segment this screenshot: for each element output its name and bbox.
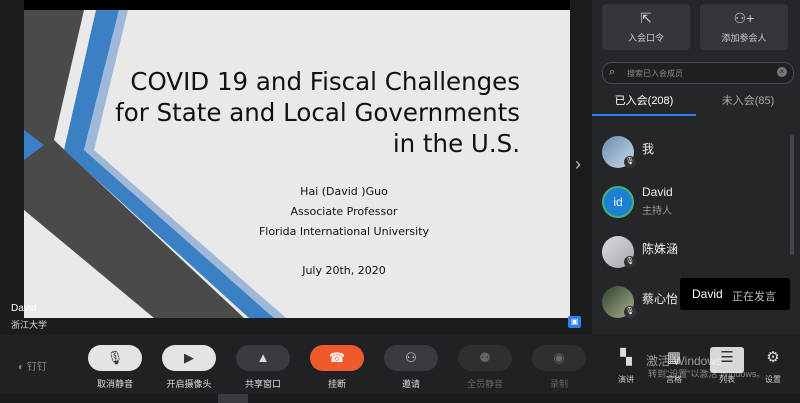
title-line-1: COVID 19 and Fiscal Challenges [130,67,520,96]
host-role-label: 主持人 [642,206,672,217]
slide-top-bar [24,0,570,10]
author-name: Hai (David )Guo [300,185,388,198]
hang-up-button[interactable]: ☎ [310,345,364,371]
hang-up-label: 挂断 [327,379,346,389]
share-window-button[interactable]: ▲ [236,345,290,371]
add-user-icon: ⚇+ [733,10,755,26]
member-item-host[interactable]: id David 主持人 [602,182,792,222]
speaking-tooltip: David 正在发言 [680,278,790,310]
speaker-org: 浙江大学 [11,320,48,330]
mic-muted-icon: 🎙 [624,306,636,318]
join-password-button[interactable]: ⇱ 入会口令 [602,4,690,50]
presentation-slide: COVID 19 and Fiscal Challenges for State… [24,10,570,318]
mute-all-icon: ⚉ [479,350,491,365]
member-item[interactable]: 🎙 陈姝涵 [602,232,792,272]
tab-joined[interactable]: 已入会(208) [592,92,696,116]
share-screen-icon: ▲ [256,350,270,365]
author-position: Associate Professor [290,205,398,218]
chat-icon[interactable]: ▣ [568,316,581,328]
clear-search-icon[interactable]: × [777,67,787,77]
mute-all-label: 全员静音 [466,379,503,389]
slide-title: COVID 19 and Fiscal Challenges for State… [100,66,520,159]
invite-label: 邀请 [401,379,420,389]
tab-not-joined[interactable]: 未入会(85) [696,92,800,114]
camera-button[interactable]: ▶ [162,345,216,371]
activate-windows-subtext: 转到"设置"以激活 Windows。 [648,369,766,379]
author-university: Florida International University [258,225,430,238]
share-label: 共享窗口 [244,379,281,389]
add-participant-button[interactable]: ⚇+ 添加参会人 [700,4,788,50]
slide-date: July 20th, 2020 [302,264,386,277]
invite-icon: ⚇ [405,350,417,365]
unmute-button[interactable]: 🎙 [88,345,142,371]
title-line-3: in the U.S. [392,129,520,158]
record-button[interactable]: ◉ [532,345,586,371]
camera-label: 开启摄像头 [166,379,212,389]
mic-muted-icon: 🎙 [624,156,636,168]
member-name: 我 [642,142,655,156]
record-icon: ◉ [553,350,565,365]
speaker-view-button[interactable]: ▚ 演讲 [608,348,644,385]
mic-muted-icon: 🎙 [624,256,636,268]
unmute-label: 取消静音 [96,379,133,389]
member-item[interactable]: 🎙 我 [602,132,792,172]
external-link-icon: ⇱ [640,10,652,26]
member-name: David [642,185,673,199]
member-name: 陈姝涵 [642,242,679,256]
member-search[interactable]: ⌕ × [602,62,794,84]
avatar: id [602,186,634,218]
search-icon: ⌕ [609,66,616,78]
title-line-2: for State and Local Governments [115,98,520,127]
camera-off-icon: ▶ [184,350,194,365]
speaker-name: David [11,303,37,314]
member-search-input[interactable] [625,65,779,82]
slide-author-info: Hai (David )Guo Associate Professor Flor… [244,182,444,242]
dingtalk-logo: ◐ 钉钉 [18,362,47,373]
mute-all-button[interactable]: ⚉ [458,345,512,371]
member-name: 蔡心怡 [642,292,679,306]
mic-muted-icon: 🎙 [106,350,124,365]
participants-scrollbar[interactable] [790,135,794,255]
record-label: 录制 [549,379,568,389]
speaker-view-icon: ▚ [620,349,632,366]
collapse-sidebar-arrow-icon[interactable]: › [568,146,588,182]
hang-up-icon: ☎ [328,350,346,365]
invite-button[interactable]: ⚇ [384,345,438,371]
shared-screen-area: COVID 19 and Fiscal Challenges for State… [0,0,592,334]
gear-icon: ⚙ [766,349,780,366]
bottom-strip [0,394,800,403]
